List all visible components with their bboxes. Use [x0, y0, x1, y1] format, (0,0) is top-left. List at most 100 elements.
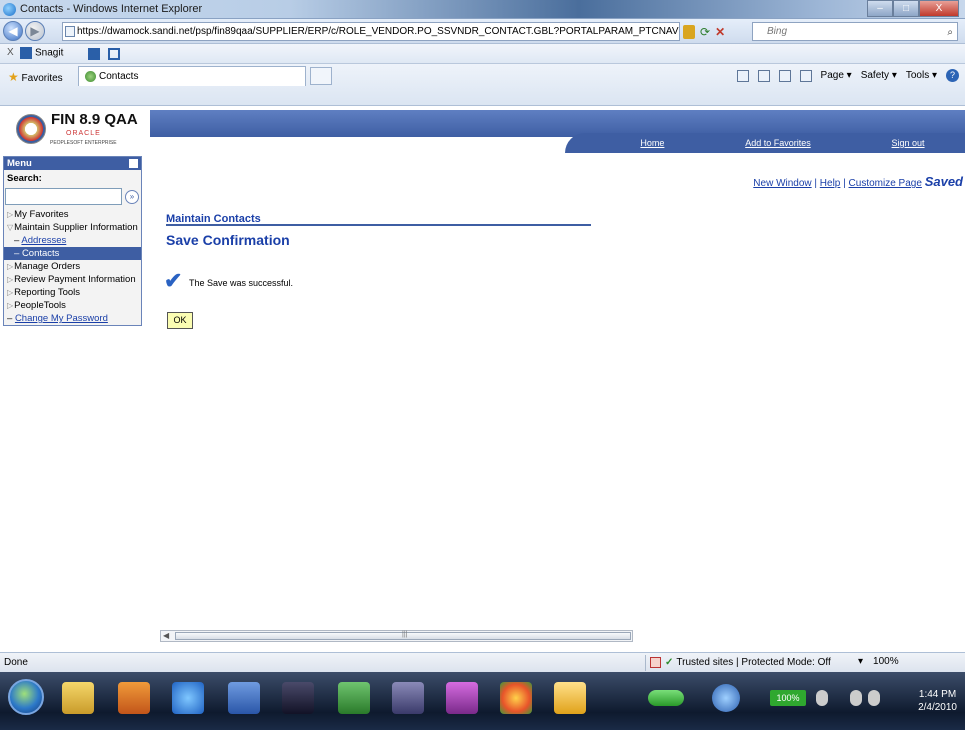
status-text: Done: [4, 657, 28, 668]
yahoo-messenger-icon[interactable]: [446, 682, 478, 714]
window-titlebar: Contacts - Windows Internet Explorer – □…: [0, 0, 965, 19]
notes-icon[interactable]: [392, 682, 424, 714]
page-menu[interactable]: Page ▾: [821, 70, 852, 81]
print-icon[interactable]: [799, 69, 812, 82]
trusted-check-icon: ✓: [665, 657, 674, 668]
menu-search-label: Search:: [7, 173, 42, 184]
menu-item-label[interactable]: Addresses: [21, 235, 66, 246]
menu-item-maintain-supplier[interactable]: ▽Maintain Supplier Information: [4, 221, 141, 234]
snagit-button[interactable]: Snagit: [20, 47, 63, 59]
search-go-button[interactable]: »: [125, 190, 139, 204]
clock-time: 1:44 PM: [918, 689, 957, 700]
sign-out-link[interactable]: Sign out: [892, 138, 925, 148]
back-button[interactable]: ◀: [3, 21, 23, 41]
internet-explorer-icon[interactable]: [172, 682, 204, 714]
safety-menu[interactable]: Safety ▾: [861, 70, 897, 81]
expand-icon: ▷: [7, 262, 14, 271]
customize-page-link[interactable]: Customize Page: [849, 178, 922, 189]
explorer-icon[interactable]: [62, 682, 94, 714]
outlook-icon[interactable]: [554, 682, 586, 714]
search-input[interactable]: Bing ⌕: [752, 22, 958, 41]
minimize-button[interactable]: –: [867, 0, 893, 17]
menu-item-peopletools[interactable]: ▷PeopleTools: [4, 299, 141, 312]
collapse-icon: ▽: [7, 223, 14, 232]
protected-mode-icon: [650, 656, 661, 668]
favorites-bar: ★ Favorites Contacts Page ▾ Safety ▾ Too…: [0, 64, 965, 106]
snagit-label: Snagit: [35, 47, 64, 59]
scrollbar-thumb[interactable]: |||: [175, 631, 631, 640]
refresh-icon[interactable]: ⟳: [700, 25, 710, 39]
ok-button[interactable]: OK: [167, 312, 193, 329]
menu-item-my-favorites[interactable]: ▷My Favorites: [4, 208, 141, 221]
menu-item-label: Maintain Supplier Information: [14, 222, 138, 233]
menu-item-label[interactable]: Change My Password: [15, 313, 108, 324]
menu-item-reporting-tools[interactable]: ▷Reporting Tools: [4, 286, 141, 299]
page-icon: [65, 26, 75, 37]
snagit-toolbar: X Snagit: [0, 44, 965, 64]
menu-item-addresses[interactable]: – Addresses: [4, 234, 141, 247]
battery-indicator[interactable]: 100%: [770, 690, 806, 706]
url-field[interactable]: https://dwamock.sandi.net/psp/fin89qaa/S…: [62, 22, 680, 41]
grip-icon: |||: [402, 631, 408, 638]
system-clock[interactable]: 1:44 PM 2/4/2010: [918, 688, 957, 714]
chrome-icon[interactable]: [500, 682, 532, 714]
close-window-button[interactable]: X: [919, 0, 959, 17]
collapse-menu-icon[interactable]: [129, 159, 138, 168]
popup-blocker-icon[interactable]: ▾: [858, 656, 863, 667]
zoom-level[interactable]: 100%: [873, 656, 899, 667]
lock-icon[interactable]: [683, 24, 695, 39]
expand-icon: ▷: [7, 288, 14, 297]
volume-icon[interactable]: [868, 690, 880, 706]
header-banner: Home Add to Favorites Sign out: [150, 110, 965, 154]
scroll-left-icon[interactable]: ◀: [163, 631, 169, 640]
page-links: New Window | Help | Customize Page Saved: [753, 174, 963, 189]
home-link[interactable]: Home: [640, 138, 664, 148]
menu-search-row: »: [4, 187, 141, 208]
feeds-icon[interactable]: [757, 69, 770, 82]
district-seal-icon: [16, 114, 46, 144]
tab-icon: [85, 71, 96, 82]
horizontal-scrollbar[interactable]: ◀ |||: [160, 630, 633, 642]
url-text: https://dwamock.sandi.net/psp/fin89qaa/S…: [77, 26, 680, 37]
capture-window-icon[interactable]: [108, 48, 120, 60]
new-window-link[interactable]: New Window: [753, 178, 811, 189]
snagit-icon: [20, 47, 32, 59]
menu-header: Menu: [4, 157, 141, 170]
help-link[interactable]: Help: [820, 178, 841, 189]
network-icon[interactable]: [850, 690, 862, 706]
menu-item-contacts[interactable]: – Contacts: [4, 247, 141, 260]
home-icon[interactable]: [736, 69, 749, 82]
search-icon[interactable]: ⌕: [947, 24, 953, 41]
ie-icon: [3, 3, 16, 16]
media-icon[interactable]: [118, 682, 150, 714]
tray-icon[interactable]: [816, 690, 828, 706]
network-meter-icon[interactable]: [648, 690, 684, 706]
security-zone[interactable]: ✓ Trusted sites | Protected Mode: Off: [645, 655, 831, 671]
excel-icon[interactable]: [338, 682, 370, 714]
zoom-control[interactable]: ▾ 100%: [858, 656, 899, 667]
mail-icon[interactable]: [778, 69, 791, 82]
menu-item-change-password[interactable]: – Change My Password: [4, 312, 141, 325]
tools-menu[interactable]: Tools ▾: [906, 70, 937, 81]
new-tab-button[interactable]: [310, 67, 332, 85]
stop-icon[interactable]: ✕: [715, 25, 725, 39]
forward-button[interactable]: ▶: [25, 21, 45, 41]
add-to-favorites-link[interactable]: Add to Favorites: [745, 138, 811, 148]
tab-contacts[interactable]: Contacts: [78, 66, 306, 86]
menu-item-manage-orders[interactable]: ▷Manage Orders: [4, 260, 141, 273]
menu-item-label: Manage Orders: [14, 261, 81, 272]
capture-icon[interactable]: [88, 48, 100, 60]
system-tray: 100% 1:44 PM 2/4/2010: [640, 678, 965, 724]
word-icon[interactable]: [228, 682, 260, 714]
favorites-button[interactable]: ★ Favorites: [8, 70, 63, 84]
menu-search-input[interactable]: [5, 188, 122, 205]
tray-app-icon[interactable]: [712, 684, 740, 712]
start-button[interactable]: [8, 679, 44, 715]
help-icon[interactable]: ?: [946, 69, 959, 82]
menu-item-review-payment[interactable]: ▷Review Payment Information: [4, 273, 141, 286]
zone-text: Trusted sites | Protected Mode: Off: [676, 657, 831, 668]
app-icon[interactable]: [282, 682, 314, 714]
maximize-button[interactable]: □: [893, 0, 919, 17]
close-toolbar-button[interactable]: X: [7, 47, 14, 58]
url-tools: ⟳ ✕: [683, 23, 725, 40]
